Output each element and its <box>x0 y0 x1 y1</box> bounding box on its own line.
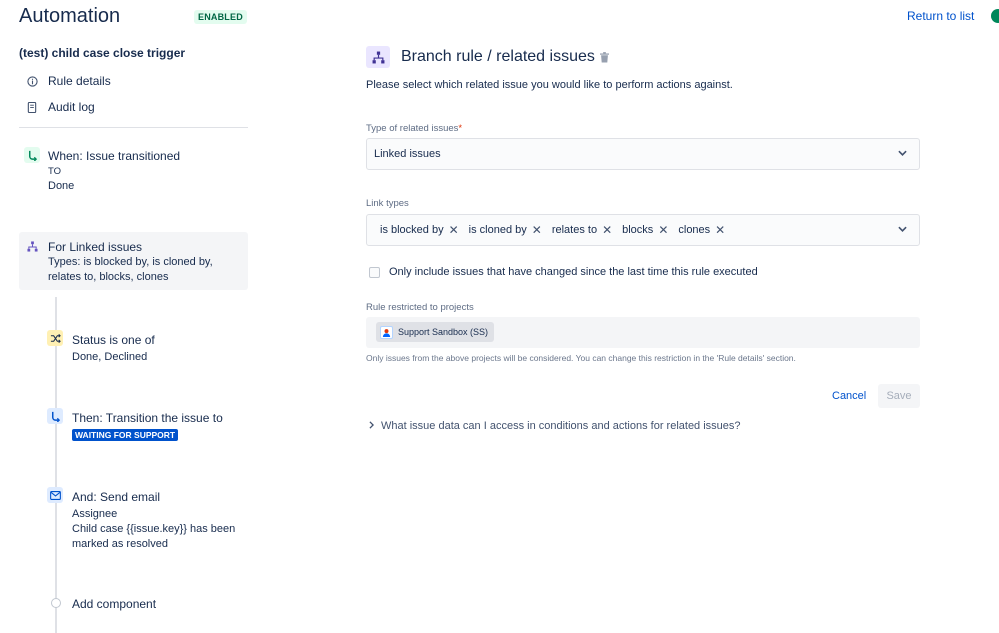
nav-label: Audit log <box>48 100 95 114</box>
branch-icon <box>366 46 390 68</box>
chevron-right-icon <box>369 421 375 431</box>
nav-rule-details[interactable]: Rule details <box>26 74 111 88</box>
trigger-title: When: Issue transitioned <box>48 149 181 163</box>
branch-line1: Types: is blocked by, is cloned by, <box>48 256 213 268</box>
add-component-dot <box>51 598 61 608</box>
panel-description: Please select which related issue you wo… <box>366 79 733 91</box>
transition-icon <box>24 147 40 163</box>
link-type-chip: clones ✕ <box>678 223 725 237</box>
related-type-label: Type of related issues* <box>366 123 462 134</box>
return-to-list-link[interactable]: Return to list <box>907 9 974 23</box>
branch-timeline <box>55 297 57 633</box>
help-icon[interactable] <box>991 9 999 23</box>
trigger-line1: TO <box>48 166 62 177</box>
trash-icon[interactable] <box>600 52 609 66</box>
cancel-button[interactable]: Cancel <box>826 384 872 408</box>
faq-label: What issue data can I access in conditio… <box>381 420 741 432</box>
status-badge: ENABLED <box>194 10 247 24</box>
email-line2: Child case {{issue.key}} has been <box>72 523 236 535</box>
project-chip: Support Sandbox (SS) <box>376 322 495 342</box>
link-type-chips: is blocked by ✕ is cloned by ✕ relates to ✕… <box>373 223 728 237</box>
chevron-down-icon <box>898 148 907 159</box>
add-component-button[interactable]: Add component <box>72 596 156 612</box>
link-type-chip: blocks ✕ <box>622 223 668 237</box>
related-issues-faq-toggle[interactable]: What issue data can I access in conditio… <box>369 420 741 432</box>
checkbox-label: Only include issues that have changed si… <box>389 266 758 278</box>
branch-icon <box>24 238 40 254</box>
condition-line1: Done, Declined <box>72 351 148 363</box>
related-type-value: Linked issues <box>374 148 441 160</box>
remove-chip-icon[interactable]: ✕ <box>658 223 668 237</box>
action-step[interactable]: Then: Transition the issue to WAITING FO… <box>72 410 223 441</box>
info-icon <box>26 75 38 87</box>
required-mark: * <box>458 123 463 134</box>
save-button[interactable]: Save <box>878 384 920 408</box>
chip-label: clones <box>678 224 711 236</box>
sidebar-divider <box>19 127 248 128</box>
email-line1: Assignee <box>72 508 118 520</box>
condition-title: Status is one of <box>72 333 155 347</box>
projects-label: Rule restricted to projects <box>366 302 474 313</box>
transition-icon <box>47 408 63 424</box>
email-step[interactable]: And: Send email Assignee Child case {{is… <box>72 489 235 552</box>
project-chip-label: Support Sandbox (SS) <box>398 327 489 337</box>
branch-step[interactable]: For Linked issues Types: is blocked by, … <box>48 239 213 285</box>
changed-issues-checkbox[interactable] <box>369 266 380 278</box>
document-icon <box>26 101 38 113</box>
email-title: And: Send email <box>72 490 161 504</box>
related-type-label-text: Type of related issues <box>366 123 459 134</box>
shuffle-icon <box>47 330 63 346</box>
trigger-step[interactable]: When: Issue transitioned TO Done <box>48 148 180 194</box>
status-lozenge: WAITING FOR SUPPORT <box>72 429 179 441</box>
related-type-select[interactable]: Linked issues <box>366 138 920 170</box>
link-type-chip: is cloned by ✕ <box>469 223 542 237</box>
remove-chip-icon[interactable]: ✕ <box>715 223 725 237</box>
chip-label: blocks <box>622 224 654 236</box>
nav-label: Rule details <box>48 74 111 88</box>
remove-chip-icon[interactable]: ✕ <box>449 223 459 237</box>
link-types-label: Link types <box>366 198 409 209</box>
link-type-chip: is blocked by ✕ <box>380 223 459 237</box>
mail-icon <box>47 487 63 503</box>
link-type-chip: relates to ✕ <box>552 223 612 237</box>
chip-label: relates to <box>551 224 598 236</box>
link-types-select[interactable]: is blocked by ✕ is cloned by ✕ relates to ✕… <box>366 214 920 246</box>
chip-label: is blocked by <box>380 224 444 236</box>
changed-issues-option[interactable]: Only include issues that have changed si… <box>369 266 758 278</box>
nav-audit-log[interactable]: Audit log <box>26 100 95 114</box>
branch-line2: relates to, blocks, clones <box>48 271 169 283</box>
chevron-down-icon <box>898 224 907 235</box>
email-line3: marked as resolved <box>72 538 168 550</box>
action-title: Then: Transition the issue to <box>72 411 223 425</box>
projects-field[interactable]: Support Sandbox (SS) <box>366 317 920 348</box>
chip-label: is cloned by <box>468 224 527 236</box>
projects-help-text: Only issues from the above projects will… <box>366 353 796 363</box>
rule-name: (test) child case close trigger <box>19 46 186 60</box>
trigger-line2: Done <box>48 180 75 192</box>
branch-title: For Linked issues <box>48 240 143 254</box>
remove-chip-icon[interactable]: ✕ <box>602 223 612 237</box>
add-component-label: Add component <box>72 597 157 611</box>
condition-step[interactable]: Status is one of Done, Declined <box>72 332 155 365</box>
panel-title: Branch rule / related issues <box>401 48 595 65</box>
project-avatar-icon <box>380 325 393 339</box>
remove-chip-icon[interactable]: ✕ <box>532 223 542 237</box>
page-title: Automation <box>19 5 121 27</box>
